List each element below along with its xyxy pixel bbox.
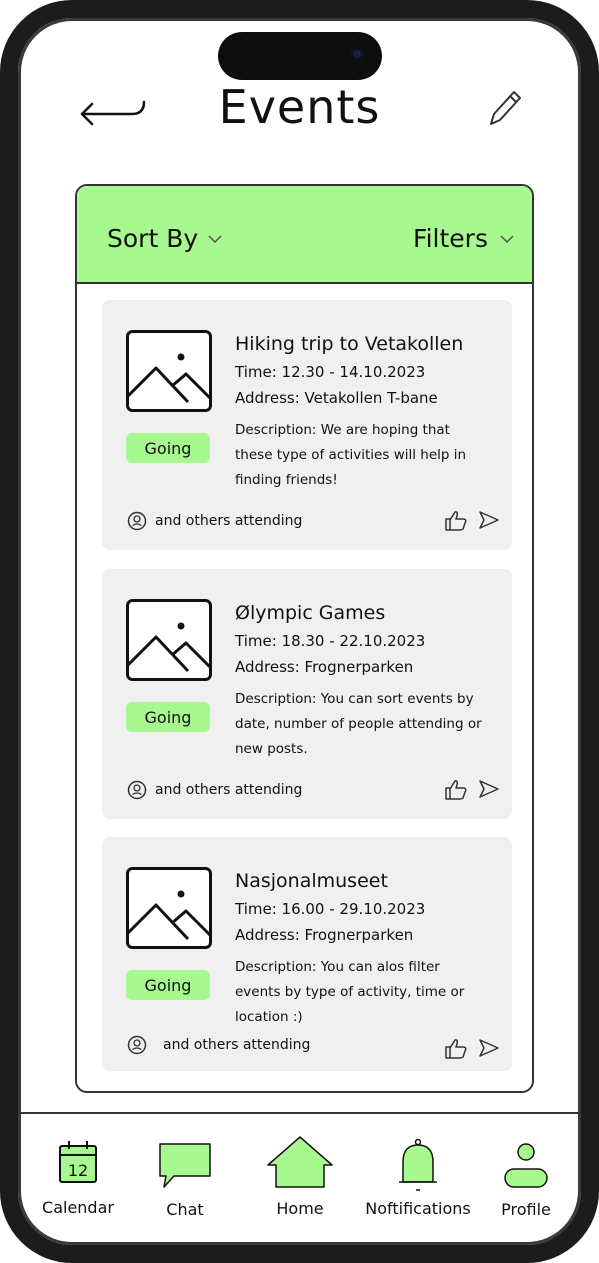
nav-chat[interactable]: Chat	[150, 1142, 220, 1219]
event-title: Nasjonalmuseet	[235, 870, 388, 892]
person-icon	[504, 1143, 548, 1188]
event-time: Time: 16.00 - 29.10.2023	[235, 900, 426, 918]
event-title: Ølympic Games	[235, 602, 386, 624]
nav-profile[interactable]: Profile	[494, 1142, 558, 1219]
event-card[interactable]: Going Nasjonalmuseet Time: 16.00 - 29.10…	[102, 837, 512, 1071]
event-address: Address: Vetakollen T-bane	[235, 389, 438, 407]
nav-notifications[interactable]: Noftifications	[354, 1138, 482, 1218]
filters-dropdown[interactable]: Filters	[413, 224, 514, 253]
going-button[interactable]: Going	[126, 433, 210, 463]
calendar-day-number: 12	[68, 1161, 88, 1180]
send-icon[interactable]	[478, 779, 500, 799]
user-circle-icon	[127, 1035, 147, 1055]
attending-text: and others attending	[163, 1037, 311, 1053]
nav-chat-label: Chat	[166, 1200, 204, 1219]
going-button[interactable]: Going	[126, 702, 210, 732]
event-address: Address: Frognerparken	[235, 926, 414, 944]
attendees-row[interactable]: and others attending	[127, 780, 302, 800]
nav-home-label: Home	[276, 1199, 324, 1218]
nav-calendar-label: Calendar	[42, 1198, 114, 1217]
event-description: Description: You can alos filter events …	[235, 959, 465, 1025]
event-card[interactable]: Going Hiking trip to Vetakollen Time: 12…	[102, 300, 512, 550]
nav-notifications-label: Noftifications	[365, 1199, 471, 1218]
attendees-row[interactable]: and others attending	[127, 511, 302, 531]
user-circle-icon	[127, 780, 147, 800]
sort-filter-bar: Sort By Filters	[77, 186, 532, 284]
nav-profile-label: Profile	[501, 1200, 551, 1219]
sort-by-label: Sort By	[107, 224, 199, 253]
bell-icon	[399, 1138, 437, 1191]
send-icon[interactable]	[478, 1038, 500, 1058]
going-button[interactable]: Going	[126, 970, 210, 1000]
sort-by-dropdown[interactable]: Sort By	[107, 224, 222, 253]
chevron-down-icon	[500, 234, 514, 243]
event-card[interactable]: Going Ølympic Games Time: 18.30 - 22.10.…	[102, 569, 512, 819]
calendar-icon: 12	[59, 1141, 97, 1183]
nav-home[interactable]: Home	[264, 1135, 336, 1218]
event-time: Time: 18.30 - 22.10.2023	[235, 632, 426, 650]
attending-text: and others attending	[155, 513, 303, 529]
event-address: Address: Frognerparken	[235, 658, 414, 676]
pencil-icon	[490, 91, 521, 125]
image-placeholder-icon	[126, 330, 212, 412]
thumbs-up-icon[interactable]	[444, 509, 468, 531]
chat-bubble-icon	[159, 1143, 211, 1188]
nav-calendar[interactable]: 12 Calendar	[30, 1138, 126, 1217]
attending-text: and others attending	[155, 782, 303, 798]
nav-divider	[18, 1112, 581, 1114]
event-title: Hiking trip to Vetakollen	[235, 333, 464, 355]
edit-button[interactable]	[487, 88, 523, 128]
user-circle-icon	[127, 511, 147, 531]
chevron-down-icon	[208, 234, 222, 243]
events-panel: Sort By Filters Going Hiking trip to Vet…	[75, 184, 534, 1093]
image-placeholder-icon	[126, 867, 212, 949]
thumbs-up-icon[interactable]	[444, 778, 468, 800]
home-icon	[267, 1136, 333, 1188]
filters-label: Filters	[413, 224, 488, 253]
attendees-row[interactable]: and others attending	[127, 1035, 310, 1055]
event-time: Time: 12.30 - 14.10.2023	[235, 363, 426, 381]
send-icon[interactable]	[478, 510, 500, 530]
event-description: Description: We are hoping that these ty…	[235, 422, 467, 488]
image-placeholder-icon	[126, 599, 212, 681]
event-description: Description: You can sort events by date…	[235, 691, 482, 757]
thumbs-up-icon[interactable]	[444, 1037, 468, 1059]
camera-icon	[350, 47, 364, 61]
